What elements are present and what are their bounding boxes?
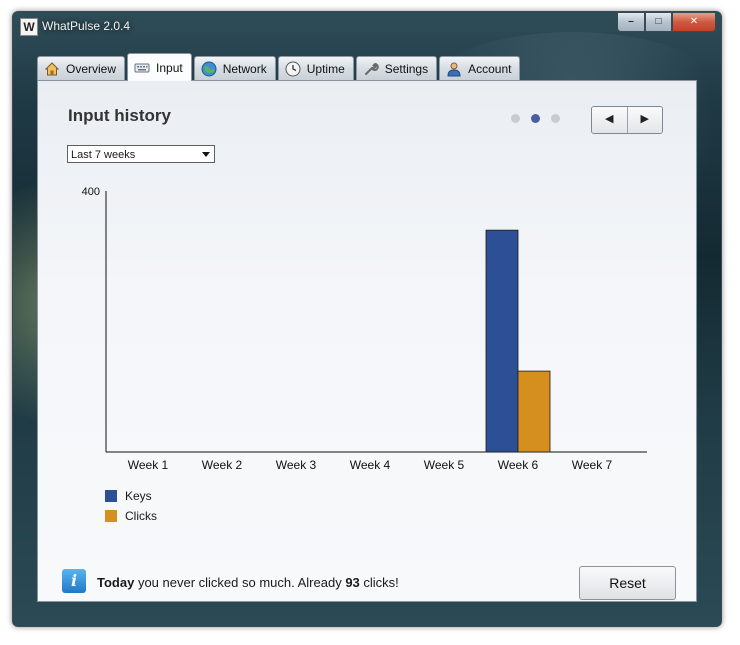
x-tick-label: Week 1 xyxy=(128,458,169,472)
wrench-icon xyxy=(363,61,379,77)
tab-label: Account xyxy=(468,61,512,76)
user-icon xyxy=(446,61,462,77)
click-count: 93 xyxy=(345,575,360,590)
window-controls: – □ ✕ xyxy=(617,12,716,32)
x-tick-label: Week 4 xyxy=(350,458,391,472)
home-icon xyxy=(44,61,60,77)
tab-account[interactable]: Account xyxy=(439,56,521,80)
app-window: W WhatPulse 2.0.4 – □ ✕ Overview Input N… xyxy=(12,11,722,627)
tab-network[interactable]: Network xyxy=(193,56,276,80)
reset-button[interactable]: Reset xyxy=(579,566,676,600)
x-tick-label: Week 2 xyxy=(202,458,243,472)
bar-clicks xyxy=(517,370,551,453)
legend-label-clicks: Clicks xyxy=(125,509,157,523)
tab-label: Overview xyxy=(66,61,117,76)
title-bar: W WhatPulse 2.0.4 – □ ✕ xyxy=(13,12,721,42)
tab-overview[interactable]: Overview xyxy=(37,56,126,80)
status-text-end: clicks! xyxy=(359,575,399,590)
status-message: Today you never clicked so much. Already… xyxy=(97,575,399,590)
legend-label-keys: Keys xyxy=(125,489,152,503)
tab-bar: Overview Input Network Uptime Settings A… xyxy=(37,53,522,81)
legend-item-keys: Keys xyxy=(105,486,157,506)
status-emphasis: Today xyxy=(97,575,135,590)
input-panel: Input history ◀ ▶ Last 7 weeks 400 Week 1… xyxy=(37,80,697,602)
legend-swatch-clicks xyxy=(105,510,117,522)
tab-label: Settings xyxy=(384,61,429,76)
tab-label: Input xyxy=(156,60,183,75)
tab-settings[interactable]: Settings xyxy=(355,56,438,80)
close-button[interactable]: ✕ xyxy=(672,12,716,32)
keyboard-icon xyxy=(134,60,150,76)
tab-uptime[interactable]: Uptime xyxy=(277,56,354,80)
x-tick-label: Week 7 xyxy=(572,458,613,472)
minimize-button[interactable]: – xyxy=(617,12,645,32)
y-tick-label: 400 xyxy=(82,186,100,198)
clock-icon xyxy=(285,61,301,77)
tab-input[interactable]: Input xyxy=(127,53,192,81)
app-logo-icon: W xyxy=(20,18,38,36)
x-tick-label: Week 3 xyxy=(276,458,317,472)
legend-item-clicks: Clicks xyxy=(105,506,157,526)
globe-icon xyxy=(201,61,217,77)
window-title: WhatPulse 2.0.4 xyxy=(42,19,131,33)
input-history-chart: 400 Week 1 Week 2 Week 3 Week 4 Week 5 Week 6 W… xyxy=(82,186,647,472)
tab-label: Network xyxy=(222,61,267,76)
x-tick-label: Week 5 xyxy=(424,458,465,472)
tab-label: Uptime xyxy=(306,61,345,76)
legend-swatch-keys xyxy=(105,490,117,502)
status-text: you never clicked so much. Already xyxy=(134,575,346,590)
maximize-button[interactable]: □ xyxy=(645,12,672,32)
info-icon: i xyxy=(62,569,86,593)
chart-legend: Keys Clicks xyxy=(105,486,157,526)
x-tick-label: Week 6 xyxy=(498,458,539,472)
bar-keys xyxy=(485,229,519,453)
